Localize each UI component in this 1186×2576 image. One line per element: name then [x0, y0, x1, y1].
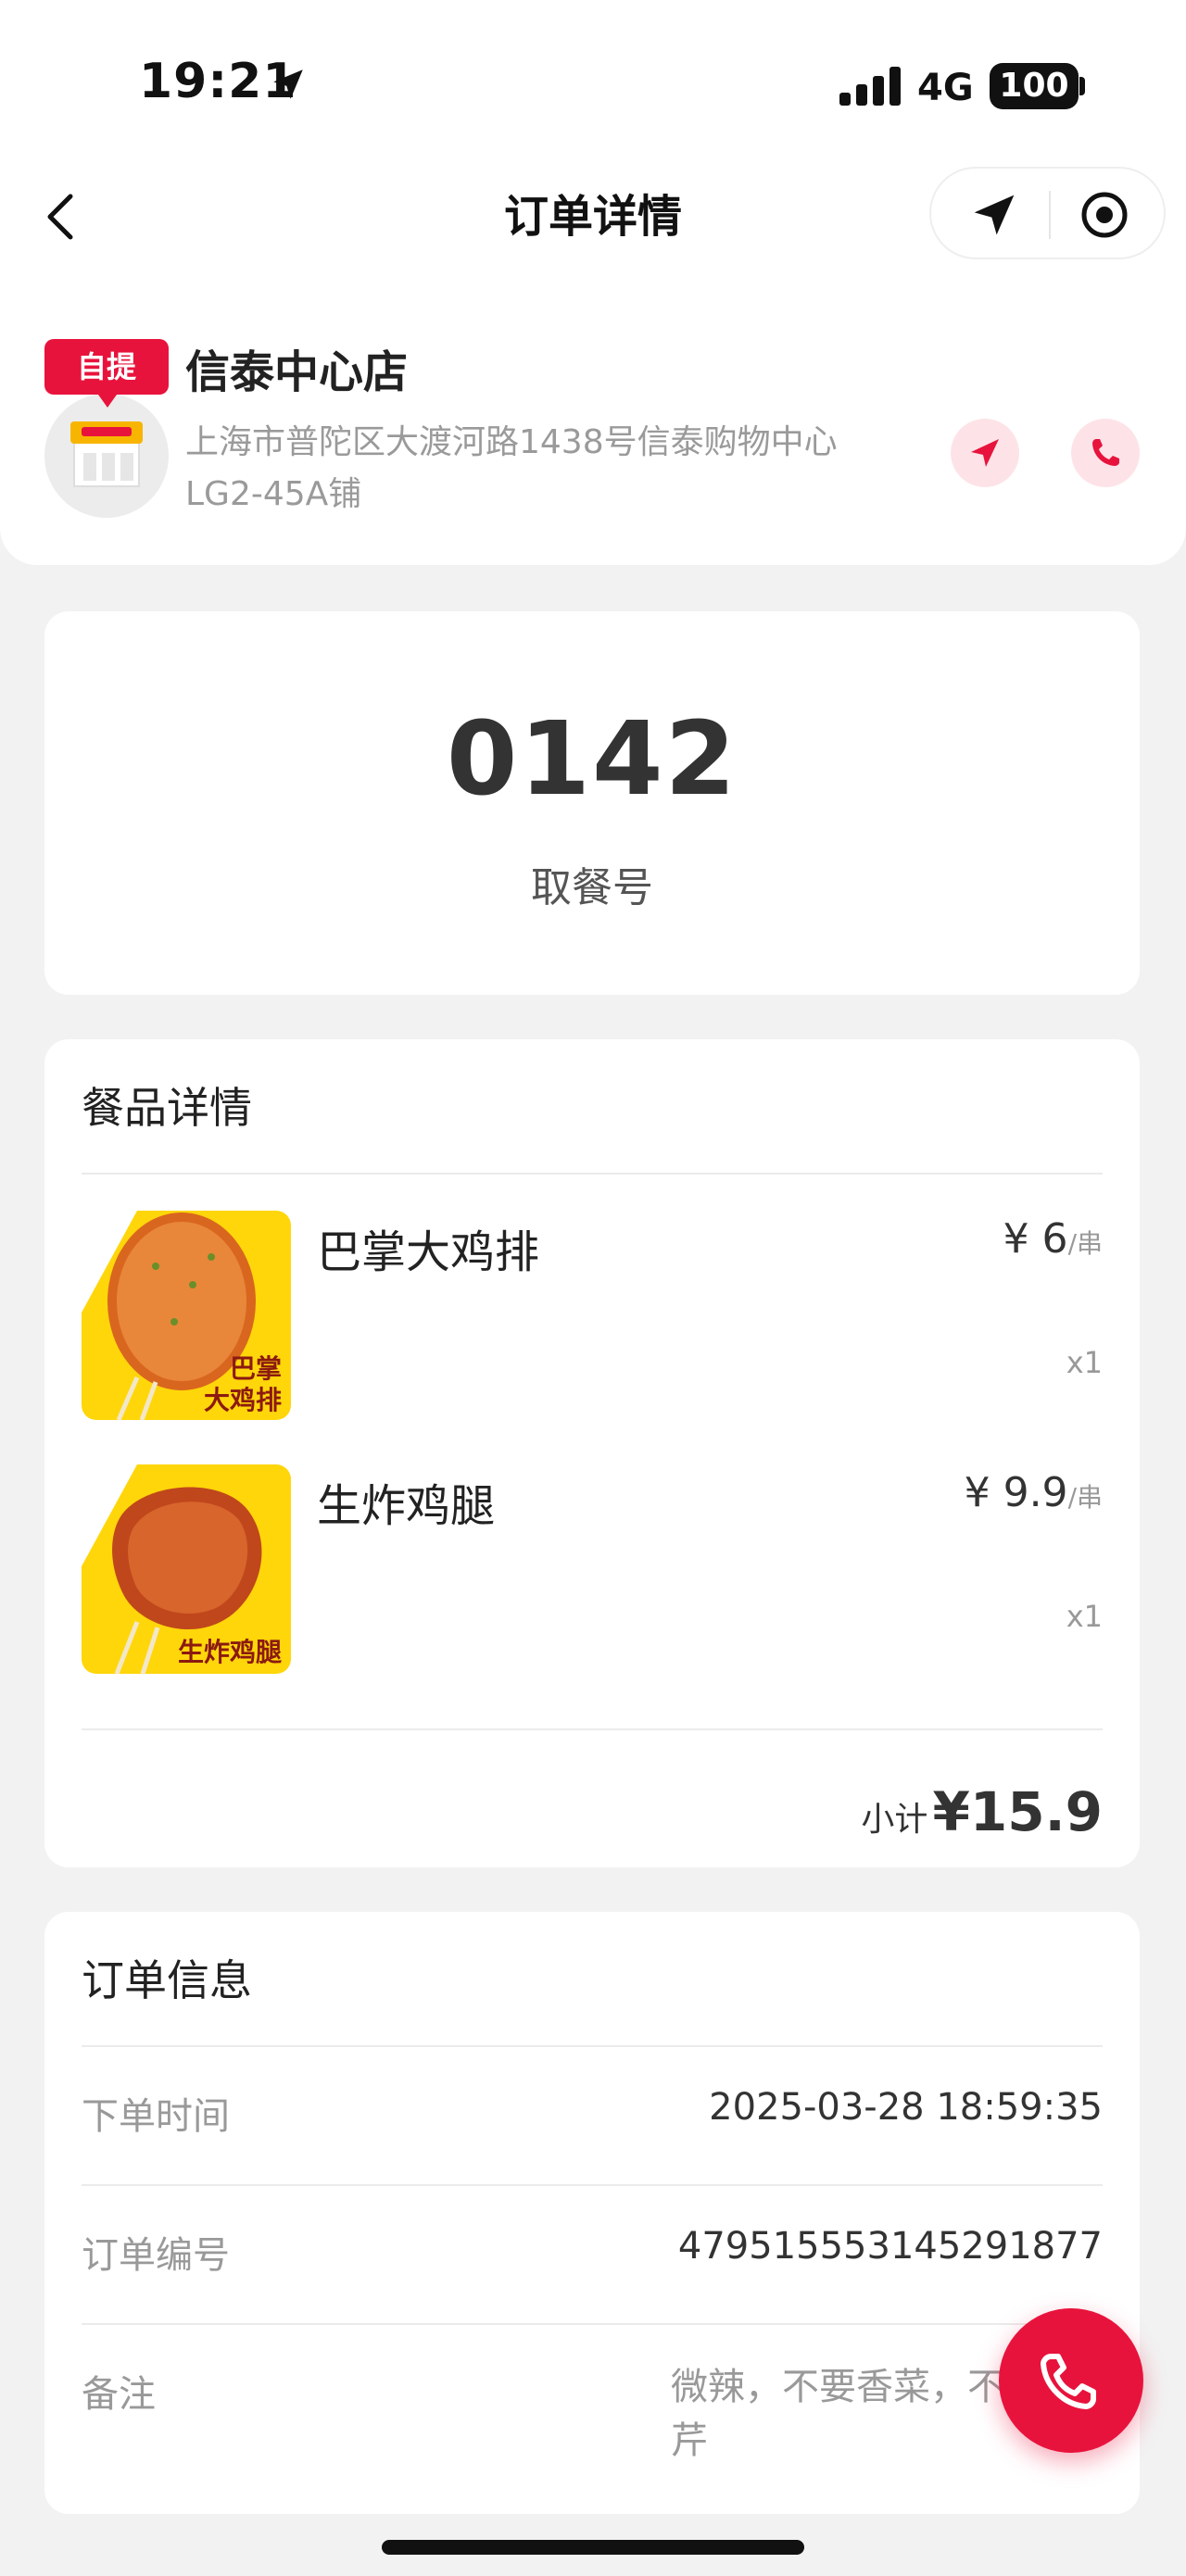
item-price-value: ¥ 9.9	[964, 1469, 1068, 1516]
order-number-label: 订单编号	[82, 2234, 230, 2277]
order-time-label: 下单时间	[82, 2095, 230, 2138]
item-name: 生炸鸡腿	[317, 1480, 496, 1532]
navigate-arrow-icon[interactable]	[965, 185, 1024, 245]
item-image-fried-drumstick: 生炸鸡腿	[82, 1464, 291, 1674]
pickup-number-card: 0142 取餐号	[44, 611, 1140, 995]
pickup-tag: 自提	[44, 339, 169, 408]
subtotal-value: ¥15.9	[932, 1780, 1103, 1843]
signal-icon	[839, 67, 901, 106]
item-image-chicken-steak: 巴掌 大鸡排	[82, 1211, 291, 1420]
phone-icon	[1041, 2354, 1096, 2409]
subtotal-label: 小计	[861, 1801, 928, 1839]
item-price-unit: /串	[1067, 1482, 1103, 1513]
call-store-button[interactable]	[1071, 419, 1140, 487]
item-quantity: x1	[1066, 1599, 1103, 1634]
chicken-steak-image: 巴掌 大鸡排	[82, 1211, 291, 1420]
divider	[82, 2184, 1103, 2186]
mini-program-capsule	[929, 167, 1166, 259]
pickup-number-label: 取餐号	[531, 864, 653, 911]
order-time-value: 2025-03-28 18:59:35	[709, 2086, 1103, 2129]
location-arrow-icon	[273, 69, 303, 99]
network-type: 4G	[917, 67, 974, 109]
pickup-number: 0142	[446, 699, 738, 818]
order-number-value: 479515553145291877	[677, 2225, 1103, 2268]
floating-call-button[interactable]	[999, 2308, 1143, 2453]
divider	[82, 2045, 1103, 2047]
image-caption: 巴掌	[230, 1353, 282, 1384]
status-bar: 19:21 4G 100	[0, 0, 1186, 157]
nav-bar: 订单详情	[0, 157, 1186, 287]
store-address: 上海市普陀区大渡河路1438号信泰购物中心 LG2-45A铺	[185, 417, 890, 521]
navigation-arrow-icon	[971, 439, 999, 467]
image-caption: 生炸鸡腿	[178, 1637, 282, 1667]
item-quantity: x1	[1066, 1345, 1103, 1380]
home-indicator	[382, 2540, 804, 2555]
store-building-icon	[70, 421, 143, 487]
divider	[82, 1173, 1103, 1175]
phone-icon	[1092, 439, 1119, 466]
divider	[82, 2323, 1103, 2325]
order-items-card: 餐品详情 巴掌 大鸡排 巴掌大鸡排 ¥ 6/串 x1 生炸鸡腿 生炸鸡腿 ¥ 9…	[44, 1039, 1140, 1867]
close-target-icon[interactable]	[1075, 185, 1134, 245]
fried-drumstick-image: 生炸鸡腿	[82, 1464, 291, 1674]
image-caption: 大鸡排	[204, 1385, 282, 1415]
capsule-divider	[1049, 191, 1051, 239]
item-price-value: ¥ 6	[1003, 1215, 1068, 1263]
store-card: 自提 信泰中心店 上海市普陀区大渡河路1438号信泰购物中心 LG2-45A铺	[0, 287, 1186, 565]
order-info-card: 订单信息 下单时间 2025-03-28 18:59:35 订单编号 47951…	[44, 1912, 1140, 2514]
divider	[82, 1728, 1103, 1730]
subtotal: 小计 ¥15.9	[861, 1780, 1103, 1843]
item-price: ¥ 9.9/串	[965, 1469, 1103, 1516]
store-address-line-2: LG2-45A铺	[185, 475, 362, 513]
remark-label: 备注	[82, 2373, 156, 2416]
battery-icon: 100	[990, 63, 1079, 109]
items-section-title: 餐品详情	[82, 1083, 252, 1133]
order-info-title: 订单信息	[82, 1955, 252, 2005]
remark-value: 微辣，不要香菜，不要芹	[671, 2366, 1041, 2462]
store-logo	[44, 394, 169, 518]
store-name: 信泰中心店	[185, 346, 409, 398]
item-price: ¥ 6/串	[1003, 1215, 1103, 1263]
store-address-line-1: 上海市普陀区大渡河路1438号信泰购物中心	[185, 423, 838, 461]
battery-tip	[1079, 77, 1085, 95]
item-name: 巴掌大鸡排	[317, 1226, 540, 1278]
navigate-to-store-button[interactable]	[951, 419, 1019, 487]
item-price-unit: /串	[1067, 1228, 1103, 1259]
